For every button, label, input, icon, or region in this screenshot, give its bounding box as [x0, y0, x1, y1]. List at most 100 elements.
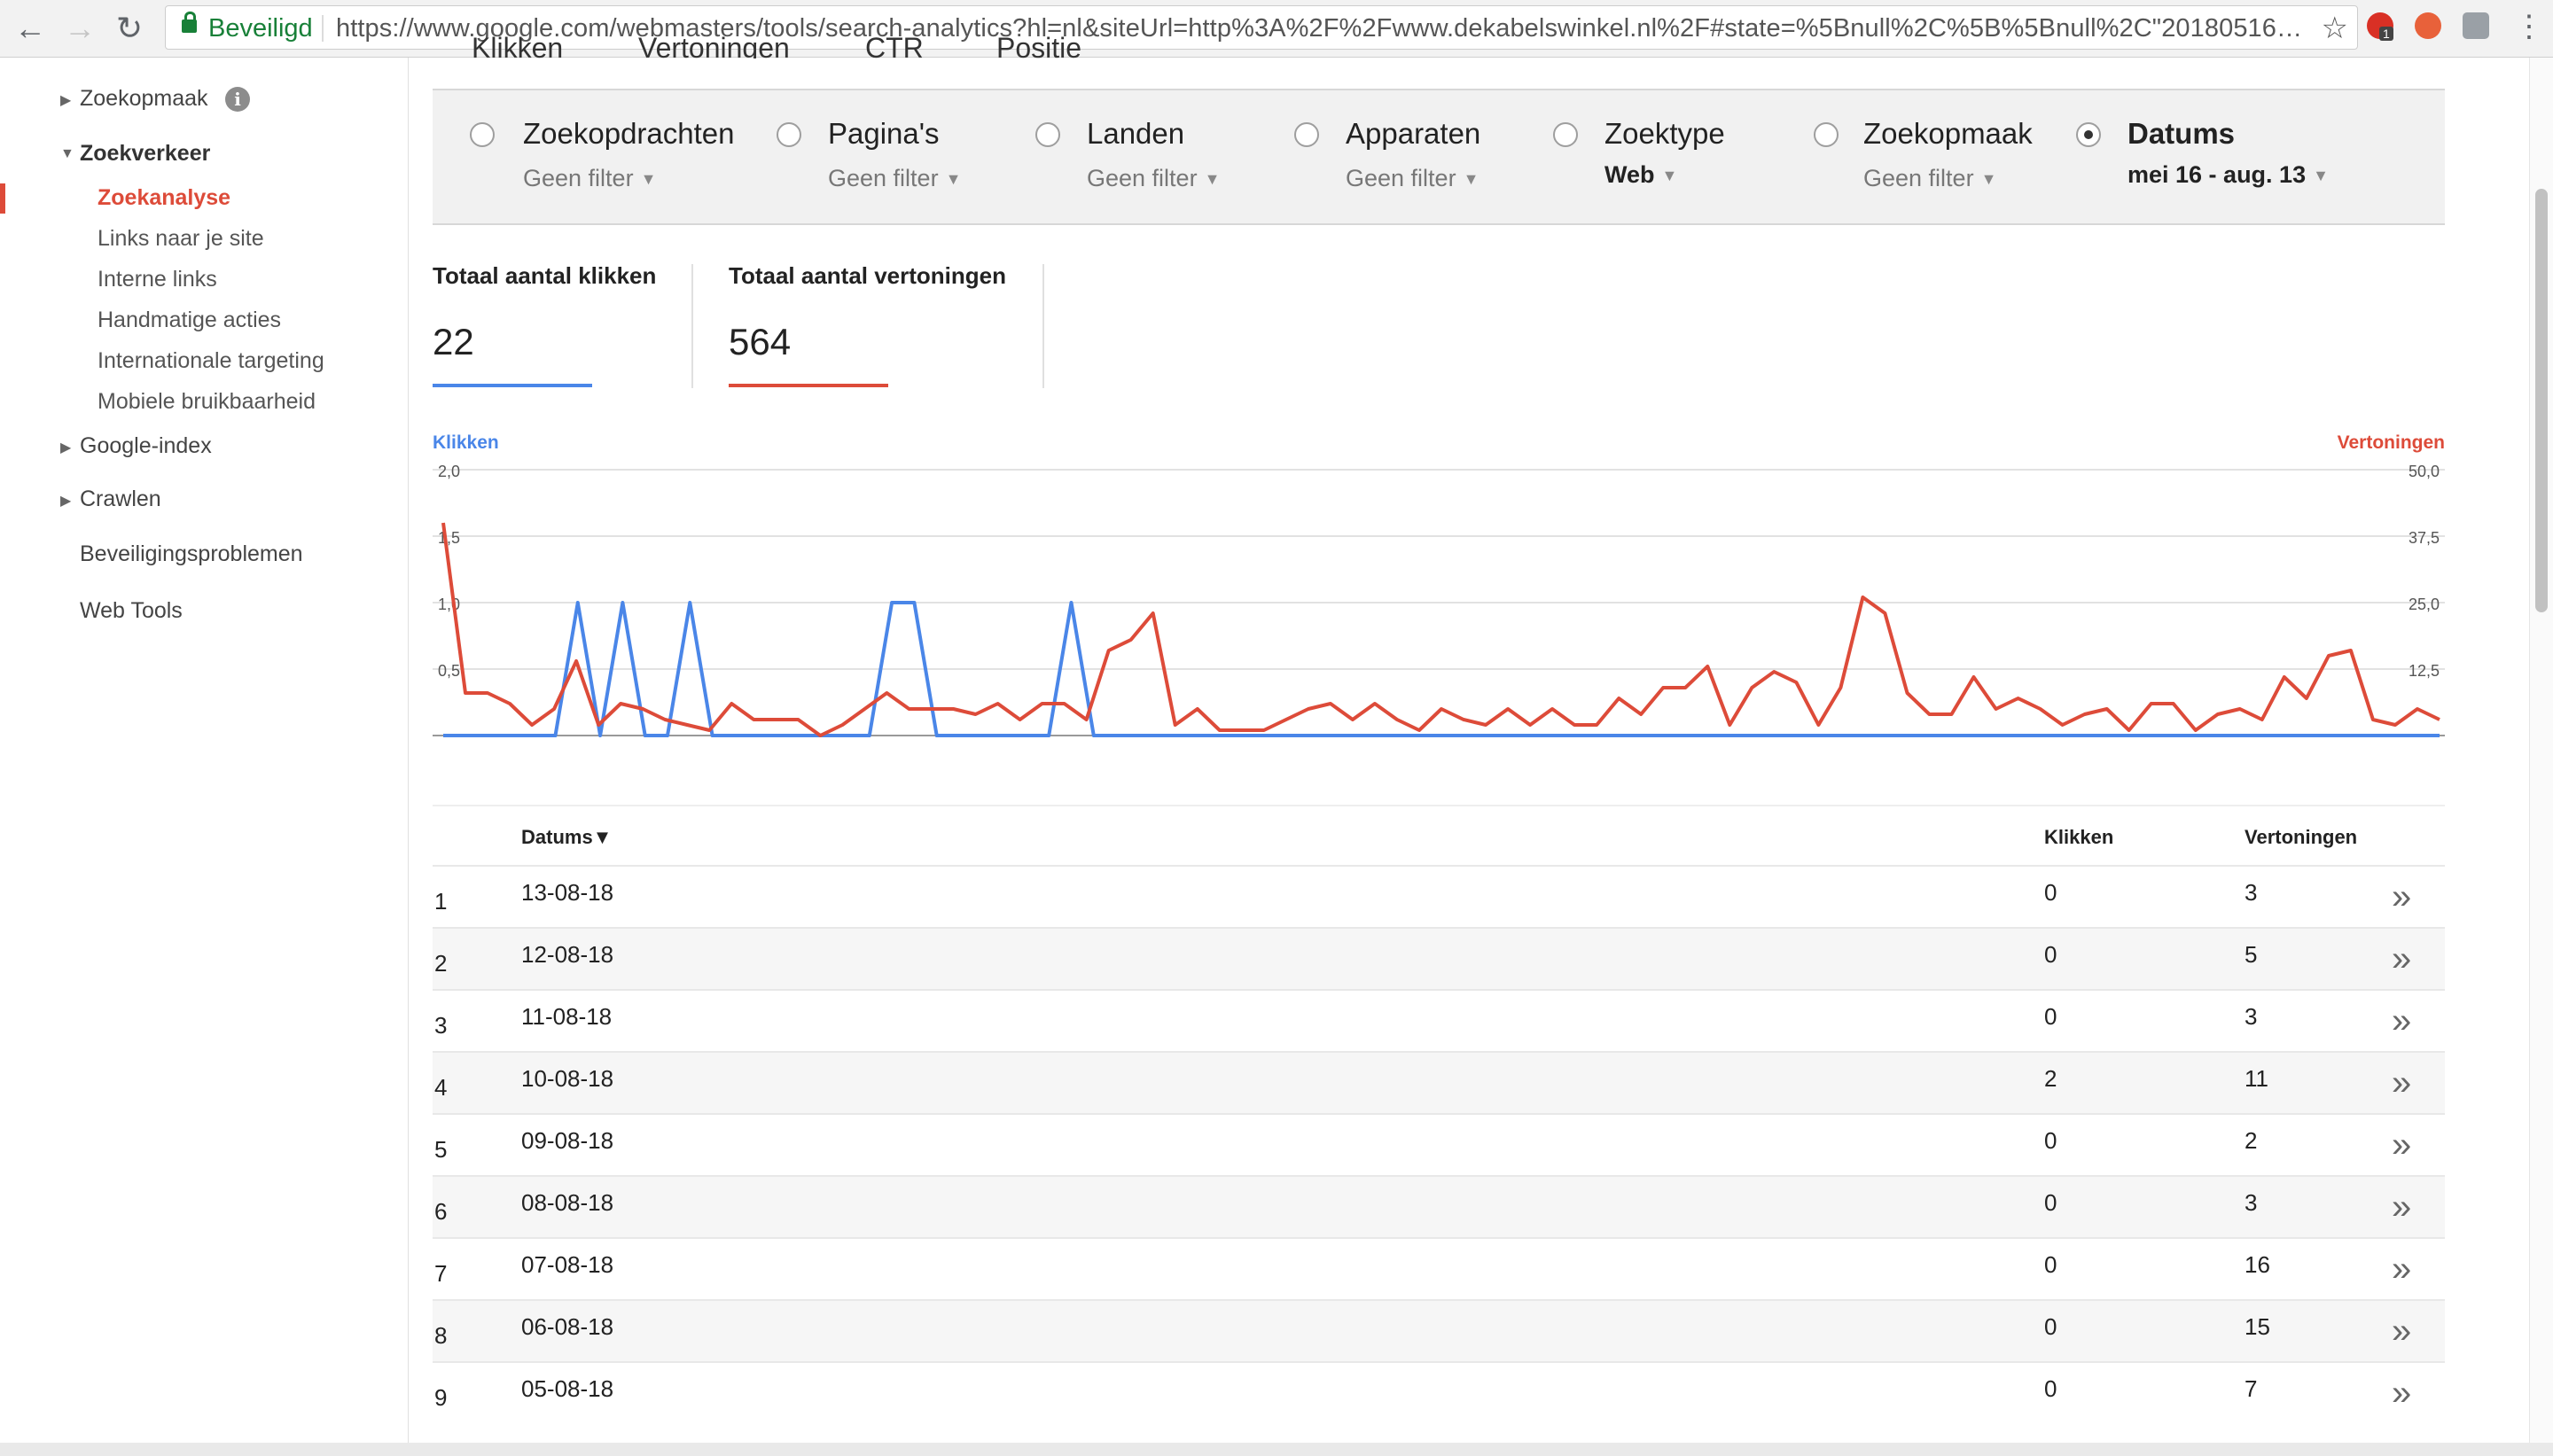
- expand-arrow-icon[interactable]: ▶: [60, 91, 71, 109]
- filter-dropdown[interactable]: Geen filter ▼: [523, 165, 656, 192]
- collapse-arrow-icon[interactable]: ▼: [60, 146, 74, 162]
- row-clicks: 0: [2044, 1313, 2057, 1340]
- filter-dropdown[interactable]: Geen filter ▼: [1863, 165, 1996, 192]
- dropdown-caret-icon: ▼: [1980, 170, 1997, 189]
- sidebar-item-mobiele-bruikbaarheid[interactable]: Mobiele bruikbaarheid: [98, 389, 316, 415]
- row-details-icon[interactable]: »: [2392, 1065, 2411, 1101]
- scrollbar-track[interactable]: [2529, 58, 2553, 1449]
- sidebar-item-zoekopmaak[interactable]: Zoekopmaak: [80, 86, 208, 112]
- column-header-date[interactable]: Datums▼: [521, 826, 612, 849]
- filter-dropdown[interactable]: Geen filter ▼: [1346, 165, 1479, 192]
- row-details-icon[interactable]: »: [2392, 1127, 2411, 1163]
- chart-legend-clicks: Klikken: [433, 432, 499, 453]
- dropdown-caret-icon: ▼: [1204, 170, 1221, 189]
- filter-label: Zoekopdrachten: [523, 117, 735, 150]
- sidebar-item-zoekverkeer[interactable]: Zoekverkeer: [80, 141, 210, 167]
- table-row[interactable]: 3 11-08-18 0 3 »: [433, 989, 2445, 1051]
- url-text[interactable]: https://www.google.com/webmasters/tools/…: [336, 14, 2302, 43]
- table-row[interactable]: 9 05-08-18 0 7 »: [433, 1361, 2445, 1423]
- column-header-clicks[interactable]: Klikken: [2044, 826, 2113, 849]
- row-clicks: 0: [2044, 1251, 2057, 1278]
- filter-value: Web: [1604, 161, 1655, 188]
- sidebar-item-interne-links[interactable]: Interne links: [98, 267, 217, 292]
- checkbox-label: Positie: [996, 32, 1082, 58]
- metric-checkbox-positie[interactable]: Positie: [996, 32, 1081, 58]
- radio-button[interactable]: [1814, 122, 1839, 147]
- table-row[interactable]: 6 08-08-18 0 3 »: [433, 1175, 2445, 1237]
- row-details-icon[interactable]: »: [2392, 1189, 2411, 1225]
- filter-dropdown[interactable]: Geen filter ▼: [828, 165, 961, 192]
- back-arrow-icon[interactable]: ←: [9, 7, 51, 50]
- row-impressions: 3: [2245, 1003, 2258, 1030]
- filter-dropdown[interactable]: Geen filter ▼: [1087, 165, 1220, 192]
- expand-arrow-icon[interactable]: ▶: [60, 439, 71, 456]
- table-row[interactable]: 4 10-08-18 2 11 »: [433, 1051, 2445, 1113]
- sidebar-item-handmatige-acties[interactable]: Handmatige acties: [98, 308, 281, 333]
- browser-menu-icon[interactable]: ⋮: [2514, 9, 2544, 44]
- row-impressions: 2: [2245, 1127, 2258, 1154]
- metric-divider: [691, 264, 693, 388]
- row-date: 05-08-18: [521, 1375, 614, 1402]
- filter-label: Datums: [2128, 117, 2236, 150]
- radio-button[interactable]: [1294, 122, 1319, 147]
- metric-checkbox-ctr[interactable]: CTR: [865, 32, 924, 58]
- y-right-tick-label: 12,5: [2409, 662, 2440, 680]
- lock-icon: [182, 12, 197, 33]
- sidebar-item-crawlen[interactable]: Crawlen: [80, 487, 161, 512]
- sidebar-item-web-tools[interactable]: Web Tools: [80, 598, 183, 624]
- y-right-tick-label: 50,0: [2409, 463, 2440, 480]
- extension-icon[interactable]: 1: [2367, 12, 2393, 41]
- row-clicks: 0: [2044, 1189, 2057, 1216]
- row-impressions: 3: [2245, 1189, 2258, 1216]
- radio-button[interactable]: [777, 122, 801, 147]
- extension-badge: 1: [2379, 27, 2393, 41]
- table-row[interactable]: 8 06-08-18 0 15 »: [433, 1299, 2445, 1361]
- row-details-icon[interactable]: »: [2392, 941, 2411, 977]
- filter-value: Geen filter: [1087, 165, 1198, 191]
- metric-underline-red: [729, 384, 888, 387]
- metric-checkbox-klikken[interactable]: Klikken: [472, 32, 563, 58]
- table-row[interactable]: 1 13-08-18 0 3 »: [433, 865, 2445, 927]
- row-date: 11-08-18: [521, 1003, 613, 1030]
- sidebar-item-google-index[interactable]: Google-index: [80, 433, 212, 459]
- sidebar-item-internationale-targeting[interactable]: Internationale targeting: [98, 348, 324, 374]
- sidebar-item-beveiligingsproblemen[interactable]: Beveiligingsproblemen: [80, 541, 303, 567]
- row-details-icon[interactable]: »: [2392, 1375, 2411, 1411]
- table-top-border: [433, 805, 2445, 806]
- chart-series: [441, 522, 2440, 737]
- metric-divider: [1042, 264, 1044, 388]
- bookmark-star-icon[interactable]: ☆: [2322, 11, 2348, 46]
- info-icon[interactable]: i: [225, 87, 250, 112]
- filter-dropdown[interactable]: Web ▼: [1604, 161, 1677, 189]
- radio-button-selected[interactable]: [2076, 122, 2101, 147]
- row-details-icon[interactable]: »: [2392, 1003, 2411, 1039]
- filter-label: Zoekopmaak: [1863, 117, 2033, 150]
- row-clicks: 0: [2044, 1003, 2057, 1030]
- metric-checkbox-vertoningen[interactable]: Vertoningen: [638, 32, 790, 58]
- filter-dropdown[interactable]: mei 16 - aug. 13 ▼: [2128, 161, 2329, 189]
- radio-button[interactable]: [1553, 122, 1578, 147]
- expand-arrow-icon[interactable]: ▶: [60, 492, 71, 510]
- row-details-icon[interactable]: »: [2392, 879, 2411, 915]
- chart-grid: [433, 469, 2445, 736]
- reload-icon[interactable]: ↻: [108, 7, 151, 50]
- row-index: 1: [434, 888, 448, 915]
- radio-button[interactable]: [470, 122, 495, 147]
- line-chart[interactable]: 0,5 1,0 1,5 2,0 12,5 25,0 37,5 50,0: [433, 461, 2445, 744]
- extension-icon[interactable]: [2415, 12, 2441, 39]
- scrollbar-thumb[interactable]: [2535, 189, 2548, 612]
- row-date: 06-08-18: [521, 1313, 614, 1340]
- column-header-impressions[interactable]: Vertoningen: [2245, 826, 2357, 849]
- row-details-icon[interactable]: »: [2392, 1251, 2411, 1287]
- table-row[interactable]: 5 09-08-18 0 2 »: [433, 1113, 2445, 1175]
- extension-icon[interactable]: [2463, 12, 2489, 39]
- row-index: 8: [434, 1322, 448, 1349]
- table-row[interactable]: 7 07-08-18 0 16 »: [433, 1237, 2445, 1299]
- row-details-icon[interactable]: »: [2392, 1313, 2411, 1349]
- row-index: 6: [434, 1198, 448, 1225]
- radio-button[interactable]: [1035, 122, 1060, 147]
- sidebar-item-zoekanalyse[interactable]: Zoekanalyse: [98, 185, 230, 211]
- forward-arrow-icon[interactable]: →: [59, 7, 101, 50]
- table-row[interactable]: 2 12-08-18 0 5 »: [433, 927, 2445, 989]
- sidebar-item-links-naar-je-site[interactable]: Links naar je site: [98, 226, 264, 252]
